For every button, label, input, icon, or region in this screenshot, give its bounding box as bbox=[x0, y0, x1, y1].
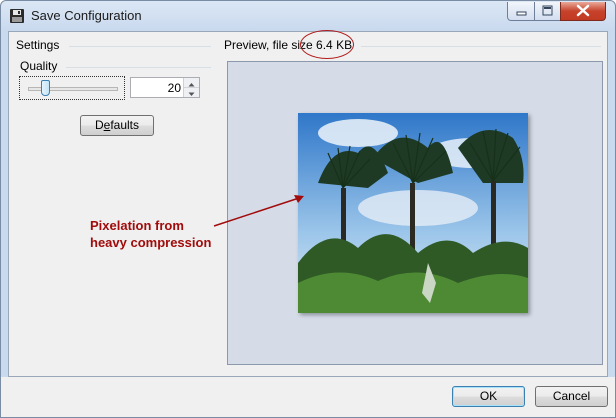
dialog-content: Settings Quality 20 Defaults Preview, fi… bbox=[8, 31, 608, 377]
dialog-footer: OK Cancel bbox=[1, 377, 615, 417]
close-icon bbox=[576, 4, 590, 17]
maximize-icon bbox=[542, 5, 553, 16]
dialog-window: Save Configuration Settings Quality 20 D… bbox=[0, 0, 616, 418]
title-bar[interactable]: Save Configuration bbox=[1, 1, 615, 31]
ok-button[interactable]: OK bbox=[452, 386, 525, 407]
file-size-highlight-ellipse bbox=[300, 30, 354, 59]
cancel-button[interactable]: Cancel bbox=[535, 386, 608, 407]
annotation-arrow bbox=[213, 195, 304, 227]
minimize-icon bbox=[516, 11, 527, 16]
floppy-disk-icon bbox=[10, 9, 24, 23]
minimize-button[interactable] bbox=[507, 2, 535, 21]
close-button[interactable] bbox=[560, 2, 606, 21]
maximize-button[interactable] bbox=[534, 2, 561, 21]
pixelation-annotation: Pixelation from heavy compression bbox=[90, 218, 212, 250]
window-title: Save Configuration bbox=[31, 8, 142, 23]
